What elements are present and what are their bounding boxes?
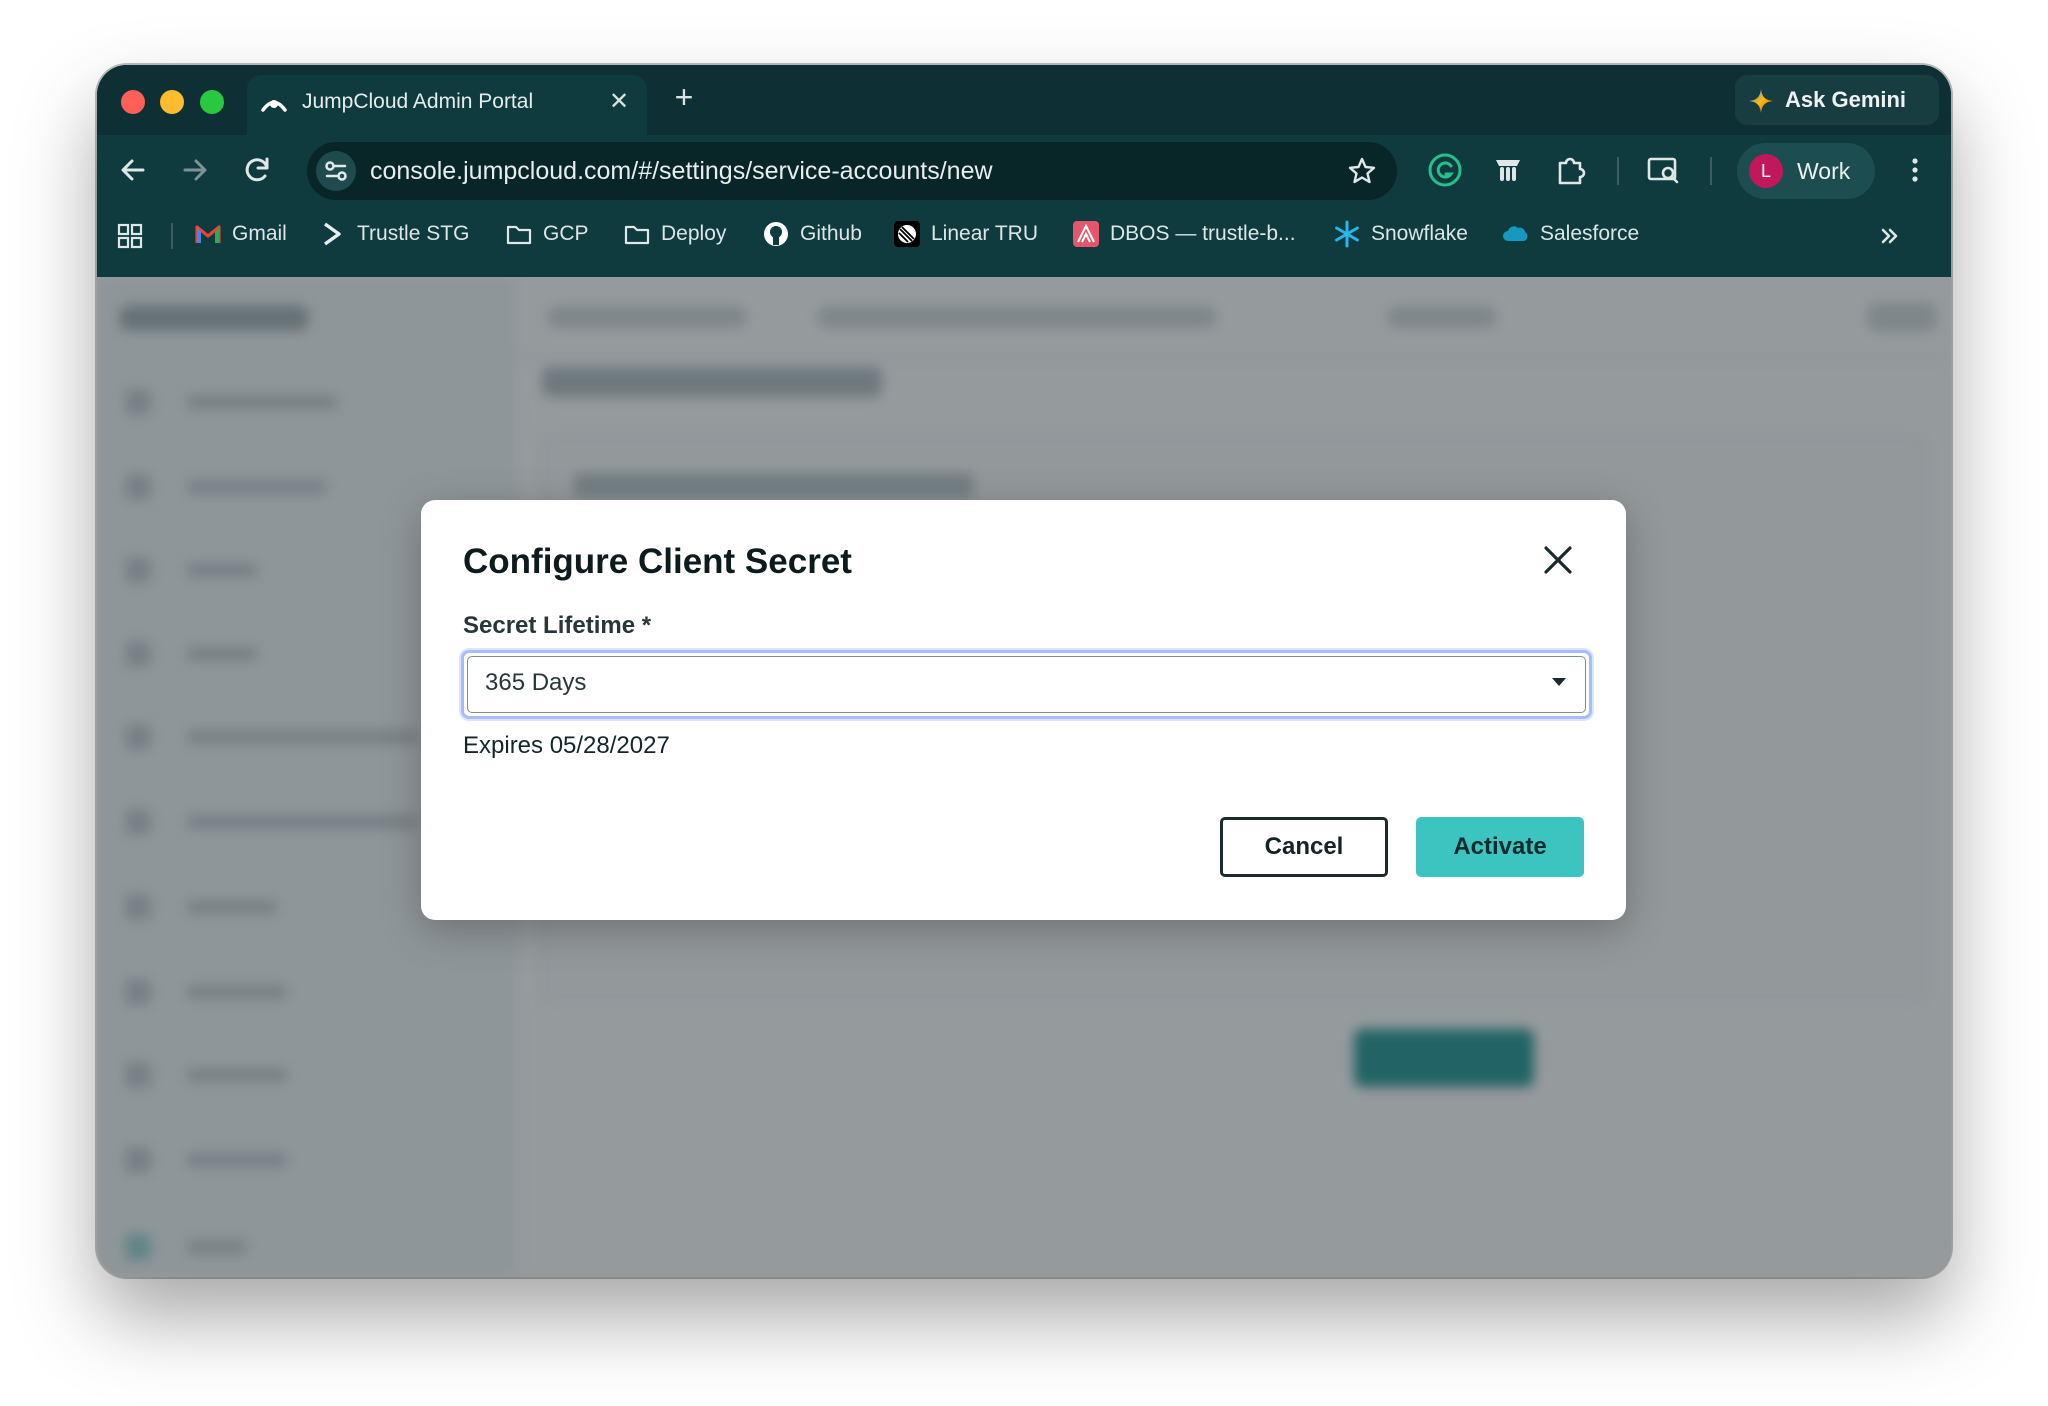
tab-close-icon[interactable]: ✕ — [605, 87, 633, 116]
bookmark-label: Github — [800, 222, 862, 245]
jumpcloud-icon — [261, 100, 287, 112]
bookmark-snowflake[interactable]: Snowflake — [1333, 219, 1468, 249]
gemini-sparkle-icon — [1749, 89, 1773, 113]
profile-label: Work — [1797, 158, 1851, 184]
apps-grid-icon[interactable] — [117, 223, 143, 249]
trustle-icon — [324, 222, 341, 246]
secret-lifetime-select[interactable]: 365 Days — [461, 650, 1592, 719]
extension-tool-icon[interactable] — [1490, 152, 1526, 188]
new-tab-button[interactable]: + — [667, 79, 701, 116]
chevron-down-icon — [1552, 678, 1566, 686]
bookmark-label: Deploy — [661, 222, 727, 245]
bookmark-dbos[interactable]: DBOS — trustle-b... — [1072, 219, 1296, 249]
bookmark-trustle-stg[interactable]: Trustle STG — [319, 219, 469, 249]
bookmark-label: Gmail — [232, 222, 287, 245]
activate-button[interactable]: Activate — [1416, 817, 1584, 877]
more-bookmarks-chevron-icon[interactable] — [1875, 221, 1905, 251]
dialog-title: Configure Client Secret — [463, 542, 852, 581]
address-bar[interactable]: console.jumpcloud.com/#/settings/service… — [307, 142, 1397, 200]
gmail-icon — [195, 225, 221, 243]
cancel-button[interactable]: Cancel — [1220, 817, 1388, 877]
bookmark-salesforce[interactable]: Salesforce — [1502, 219, 1639, 249]
profile-button[interactable]: L Work — [1737, 143, 1875, 199]
ask-gemini-label: Ask Gemini — [1785, 87, 1907, 112]
reload-icon[interactable] — [236, 148, 280, 192]
select-border — [467, 656, 1586, 713]
dbos-icon — [1073, 221, 1099, 247]
bookmark-label: Snowflake — [1371, 222, 1468, 245]
bookmark-label: Salesforce — [1540, 222, 1640, 245]
selected-lifetime-value: 365 Days — [485, 669, 587, 696]
grammarly-icon[interactable] — [1427, 152, 1463, 188]
snowflake-icon — [1335, 220, 1359, 248]
close-icon[interactable] — [1538, 540, 1578, 580]
bookmark-label: DBOS — trustle-b... — [1110, 222, 1296, 245]
browser-window: JumpCloud Admin Portal ✕ + Ask Gemini co… — [97, 65, 1951, 1277]
toolbar-divider — [1710, 157, 1712, 185]
site-settings-icon[interactable] — [316, 151, 356, 191]
close-window-button[interactable] — [121, 90, 145, 114]
bookmark-star-icon[interactable] — [1347, 156, 1377, 186]
browser-tab[interactable]: JumpCloud Admin Portal ✕ — [247, 75, 647, 135]
forward-arrow-icon[interactable] — [173, 148, 217, 192]
page-content: Configure Client Secret Secret Lifetime … — [97, 277, 1951, 1277]
bookmark-label: Linear TRU — [931, 222, 1038, 245]
extensions-puzzle-icon[interactable] — [1552, 152, 1588, 188]
secret-lifetime-label: Secret Lifetime * — [463, 612, 652, 639]
minimize-window-button[interactable] — [160, 90, 184, 114]
linear-icon — [894, 221, 920, 247]
tab-strip: JumpCloud Admin Portal ✕ + Ask Gemini — [97, 65, 1951, 135]
screen-search-icon[interactable] — [1645, 152, 1681, 188]
bookmark-gcp[interactable]: GCP — [505, 219, 589, 249]
configure-client-secret-dialog: Configure Client Secret Secret Lifetime … — [421, 500, 1626, 920]
bookmark-label: Trustle STG — [357, 222, 470, 245]
toolbar-divider — [1617, 157, 1619, 185]
tab-title: JumpCloud Admin Portal — [302, 90, 534, 113]
bookmark-linear-tru[interactable]: Linear TRU — [893, 219, 1038, 249]
github-icon — [764, 222, 788, 246]
bookmark-deploy[interactable]: Deploy — [623, 219, 726, 249]
maximize-window-button[interactable] — [200, 90, 224, 114]
salesforce-icon — [1503, 226, 1528, 241]
folder-icon — [624, 225, 650, 245]
url-text[interactable]: console.jumpcloud.com/#/settings/service… — [370, 157, 993, 186]
browser-toolbar: console.jumpcloud.com/#/settings/service… — [97, 135, 1951, 205]
bookmarks-bar: Gmail Trustle STG GCP Deploy Github Line… — [97, 205, 1951, 265]
expiry-date-text: Expires 05/28/2027 — [463, 732, 670, 759]
back-arrow-icon[interactable] — [111, 148, 155, 192]
bookmark-gmail[interactable]: Gmail — [194, 219, 287, 249]
more-menu-icon[interactable] — [1897, 152, 1933, 188]
folder-icon — [506, 225, 532, 245]
ask-gemini-button[interactable]: Ask Gemini — [1735, 75, 1939, 125]
avatar: L — [1749, 154, 1783, 188]
bookmark-label: GCP — [543, 222, 589, 245]
bookmarks-divider — [171, 223, 173, 249]
bookmark-github[interactable]: Github — [762, 219, 862, 249]
